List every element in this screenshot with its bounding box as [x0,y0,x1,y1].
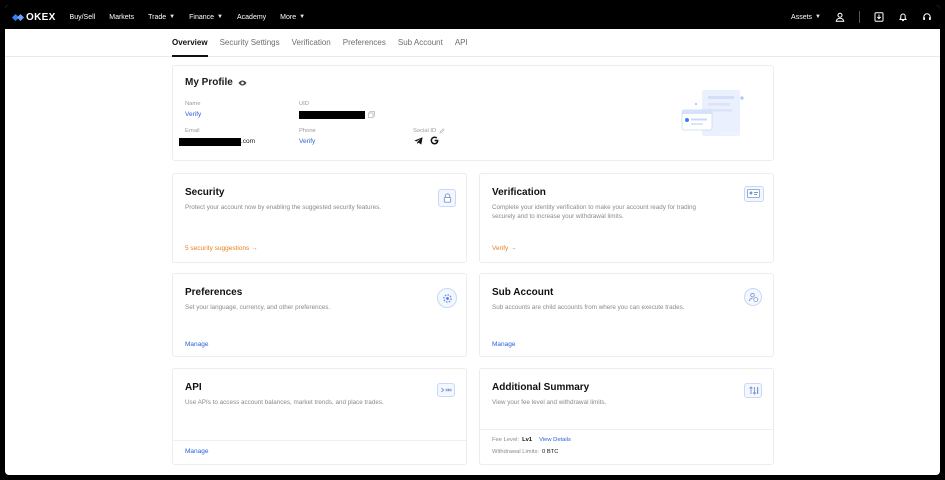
withdrawal-limits-value: 0 BTC [542,449,559,455]
nav-label: Buy/Sell [69,13,96,21]
tab-api[interactable]: API [455,29,468,57]
nav-buy-sell[interactable]: Buy/Sell [70,14,96,21]
phone-label: Phone [299,128,316,134]
nav-label: Finance [189,13,215,21]
nav-label: Markets [109,13,135,21]
uid-label: UID [299,101,309,107]
additional-summary-card: Additional Summary View your fee level a… [479,368,774,465]
withdrawal-limits-row: Withdrawal Limits: 0 BTC [492,449,558,455]
card-divider [173,440,466,441]
email-label: Email [185,128,200,134]
nav-assets[interactable]: Assets ▼ [791,14,821,21]
verification-title: Verification [492,187,546,198]
sub-account-title: Sub Account [492,287,554,298]
brand-name: OKEX [26,11,56,23]
telegram-icon[interactable] [414,137,423,145]
api-title: API [185,382,202,393]
profile-title: My Profile [185,77,247,88]
brand-logo[interactable]: OKEX [11,11,56,23]
uid-redacted [299,111,365,119]
verification-description: Complete your identity verification to m… [492,204,697,220]
nav-label: Trade [148,13,167,21]
email-suffix: .com [241,138,256,145]
name-verify-link[interactable]: Verify [185,111,201,118]
google-icon[interactable] [430,136,439,145]
lock-icon [438,189,456,207]
fee-level-row: Fee Level: Lv1 View Details [492,437,571,443]
nav-trade[interactable]: Trade ▼ [148,14,175,21]
tab-sub-account[interactable]: Sub Account [398,29,443,57]
nav-label: Assets [791,13,813,21]
profile-title-text: My Profile [185,77,233,88]
tab-verification[interactable]: Verification [292,29,331,57]
security-title: Security [185,187,225,198]
users-icon [744,288,762,306]
withdrawal-limits-label: Withdrawal Limits: [492,449,540,455]
nav-academy[interactable]: Academy [237,14,266,21]
preferences-description: Set your language, currency, and other p… [185,304,331,311]
bell-icon[interactable] [898,12,908,22]
chevron-down-icon: ▼ [217,14,223,20]
preferences-card[interactable]: Preferences Set your language, currency,… [172,273,467,357]
api-description: Use APIs to access account balances, mar… [185,399,384,406]
preferences-title: Preferences [185,287,243,298]
nav-divider [859,11,860,23]
chevron-down-icon: ▼ [299,14,306,20]
api-manage-link[interactable]: Manage [185,448,209,455]
verify-link[interactable]: Verify → [492,245,517,252]
sub-account-card[interactable]: Sub Account Sub accounts are child accou… [479,273,774,357]
security-description: Protect your account now by enabling the… [185,204,382,211]
terminal-icon [437,383,455,397]
security-card[interactable]: Security Protect your account now by ena… [172,173,467,263]
social-id-label: Social ID [413,128,437,134]
fee-level-value: Lv1 [522,437,533,443]
tab-overview[interactable]: Overview [172,29,208,57]
name-label: Name [185,101,201,107]
chevron-down-icon: ▼ [815,14,821,20]
email-redacted [179,138,241,146]
eye-icon[interactable] [238,80,247,86]
headset-icon[interactable] [922,12,932,22]
security-suggestions-link[interactable]: 5 security suggestions → [185,245,258,252]
api-card[interactable]: API Use APIs to access account balances,… [172,368,467,465]
chevron-down-icon: ▼ [169,14,176,20]
sub-account-manage-link[interactable]: Manage [492,341,516,348]
top-navigation: OKEX Buy/Sell Markets Trade ▼ Finance ▼ Ac… [5,5,940,29]
tab-preferences[interactable]: Preferences [343,29,386,57]
nav-right-group: Assets ▼ [791,11,932,23]
profile-illustration [681,90,744,136]
account-tabs: Overview Security Settings Verification … [5,29,940,57]
summary-title: Additional Summary [492,382,590,393]
sort-icon [744,383,762,398]
gear-icon [437,288,457,308]
user-icon[interactable] [835,12,845,22]
view-details-link[interactable]: View Details [539,437,571,443]
logo-mark-icon [11,12,25,22]
card-divider [480,429,773,430]
verification-card[interactable]: Verification Complete your identity veri… [479,173,774,263]
summary-description: View your fee level and withdrawal limit… [492,399,607,406]
tab-security-settings[interactable]: Security Settings [220,29,280,57]
nav-finance[interactable]: Finance ▼ [189,14,223,21]
phone-verify-link[interactable]: Verify [299,138,315,145]
download-icon[interactable] [874,12,884,22]
fee-level-label: Fee Level: [492,437,520,443]
nav-markets[interactable]: Markets [109,14,134,21]
nav-more[interactable]: More ▼ [280,14,305,21]
app-window: OKEX Buy/Sell Markets Trade ▼ Finance ▼ Ac… [5,5,940,475]
id-card-icon [744,186,764,202]
preferences-manage-link[interactable]: Manage [185,341,209,348]
sub-account-description: Sub accounts are child accounts from whe… [492,304,685,311]
copy-icon[interactable] [368,111,375,118]
profile-card: My Profile Name Verify UID Email .com Ph… [172,65,774,161]
nav-label: More [280,13,297,21]
nav-label: Academy [236,13,267,21]
edit-icon[interactable] [439,128,445,134]
